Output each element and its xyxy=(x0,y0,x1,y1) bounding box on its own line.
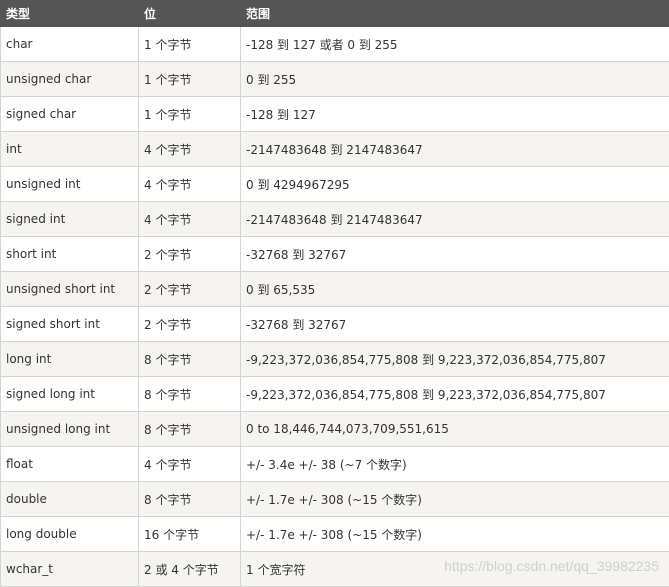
cell-range: -32768 到 32767 xyxy=(241,237,669,272)
cell-size: 8 个字节 xyxy=(139,412,241,447)
cell-range: +/- 3.4e +/- 38 (~7 个数字) xyxy=(241,447,669,482)
table-body: char 1 个字节 -128 到 127 或者 0 到 255 unsigne… xyxy=(1,27,669,587)
cell-range: 0 到 65,535 xyxy=(241,272,669,307)
table-row: unsigned long int 8 个字节 0 to 18,446,744,… xyxy=(1,412,669,447)
table-row: short int 2 个字节 -32768 到 32767 xyxy=(1,237,669,272)
cell-type: long double xyxy=(1,517,139,552)
table-row: unsigned int 4 个字节 0 到 4294967295 xyxy=(1,167,669,202)
table-row: unsigned short int 2 个字节 0 到 65,535 xyxy=(1,272,669,307)
cell-size: 8 个字节 xyxy=(139,377,241,412)
data-types-table: 类型 位 范围 char 1 个字节 -128 到 127 或者 0 到 255… xyxy=(0,0,669,587)
cell-range: -32768 到 32767 xyxy=(241,307,669,342)
table-row: float 4 个字节 +/- 3.4e +/- 38 (~7 个数字) xyxy=(1,447,669,482)
cell-type: signed short int xyxy=(1,307,139,342)
cell-range: -128 到 127 xyxy=(241,97,669,132)
table-row: double 8 个字节 +/- 1.7e +/- 308 (~15 个数字) xyxy=(1,482,669,517)
cell-type: unsigned char xyxy=(1,62,139,97)
cell-type: unsigned int xyxy=(1,167,139,202)
cell-type: float xyxy=(1,447,139,482)
cell-size: 8 个字节 xyxy=(139,482,241,517)
cell-type: signed char xyxy=(1,97,139,132)
table-row: int 4 个字节 -2147483648 到 2147483647 xyxy=(1,132,669,167)
table-row: signed char 1 个字节 -128 到 127 xyxy=(1,97,669,132)
cell-size: 16 个字节 xyxy=(139,517,241,552)
header-range: 范围 xyxy=(241,1,669,27)
cell-range: -2147483648 到 2147483647 xyxy=(241,202,669,237)
cell-range: 1 个宽字符 xyxy=(241,552,669,587)
cell-size: 4 个字节 xyxy=(139,132,241,167)
cell-range: +/- 1.7e +/- 308 (~15 个数字) xyxy=(241,482,669,517)
cell-type: unsigned short int xyxy=(1,272,139,307)
cell-size: 2 或 4 个字节 xyxy=(139,552,241,587)
header-type: 类型 xyxy=(1,1,139,27)
table-row: signed short int 2 个字节 -32768 到 32767 xyxy=(1,307,669,342)
cell-range: -9,223,372,036,854,775,808 到 9,223,372,0… xyxy=(241,342,669,377)
cell-size: 1 个字节 xyxy=(139,97,241,132)
cell-range: 0 to 18,446,744,073,709,551,615 xyxy=(241,412,669,447)
cell-type: double xyxy=(1,482,139,517)
cell-type: short int xyxy=(1,237,139,272)
cell-size: 4 个字节 xyxy=(139,447,241,482)
cell-range: 0 到 4294967295 xyxy=(241,167,669,202)
cell-size: 2 个字节 xyxy=(139,307,241,342)
table-row: signed long int 8 个字节 -9,223,372,036,854… xyxy=(1,377,669,412)
cell-range: -128 到 127 或者 0 到 255 xyxy=(241,27,669,62)
table-row: signed int 4 个字节 -2147483648 到 214748364… xyxy=(1,202,669,237)
table-row: long int 8 个字节 -9,223,372,036,854,775,80… xyxy=(1,342,669,377)
cell-size: 1 个字节 xyxy=(139,27,241,62)
cell-type: int xyxy=(1,132,139,167)
cell-type: wchar_t xyxy=(1,552,139,587)
header-size: 位 xyxy=(139,1,241,27)
cell-type: unsigned long int xyxy=(1,412,139,447)
cell-size: 1 个字节 xyxy=(139,62,241,97)
table-row: wchar_t 2 或 4 个字节 1 个宽字符 xyxy=(1,552,669,587)
table-row: long double 16 个字节 +/- 1.7e +/- 308 (~15… xyxy=(1,517,669,552)
cell-range: -2147483648 到 2147483647 xyxy=(241,132,669,167)
table-row: char 1 个字节 -128 到 127 或者 0 到 255 xyxy=(1,27,669,62)
cell-size: 4 个字节 xyxy=(139,202,241,237)
cell-range: 0 到 255 xyxy=(241,62,669,97)
cell-size: 2 个字节 xyxy=(139,272,241,307)
cell-size: 4 个字节 xyxy=(139,167,241,202)
table-header: 类型 位 范围 xyxy=(1,1,669,27)
cell-type: char xyxy=(1,27,139,62)
cell-range: +/- 1.7e +/- 308 (~15 个数字) xyxy=(241,517,669,552)
cell-type: long int xyxy=(1,342,139,377)
cell-type: signed int xyxy=(1,202,139,237)
table-row: unsigned char 1 个字节 0 到 255 xyxy=(1,62,669,97)
cell-size: 8 个字节 xyxy=(139,342,241,377)
cell-type: signed long int xyxy=(1,377,139,412)
header-row: 类型 位 范围 xyxy=(1,1,669,27)
cell-size: 2 个字节 xyxy=(139,237,241,272)
cell-range: -9,223,372,036,854,775,808 到 9,223,372,0… xyxy=(241,377,669,412)
